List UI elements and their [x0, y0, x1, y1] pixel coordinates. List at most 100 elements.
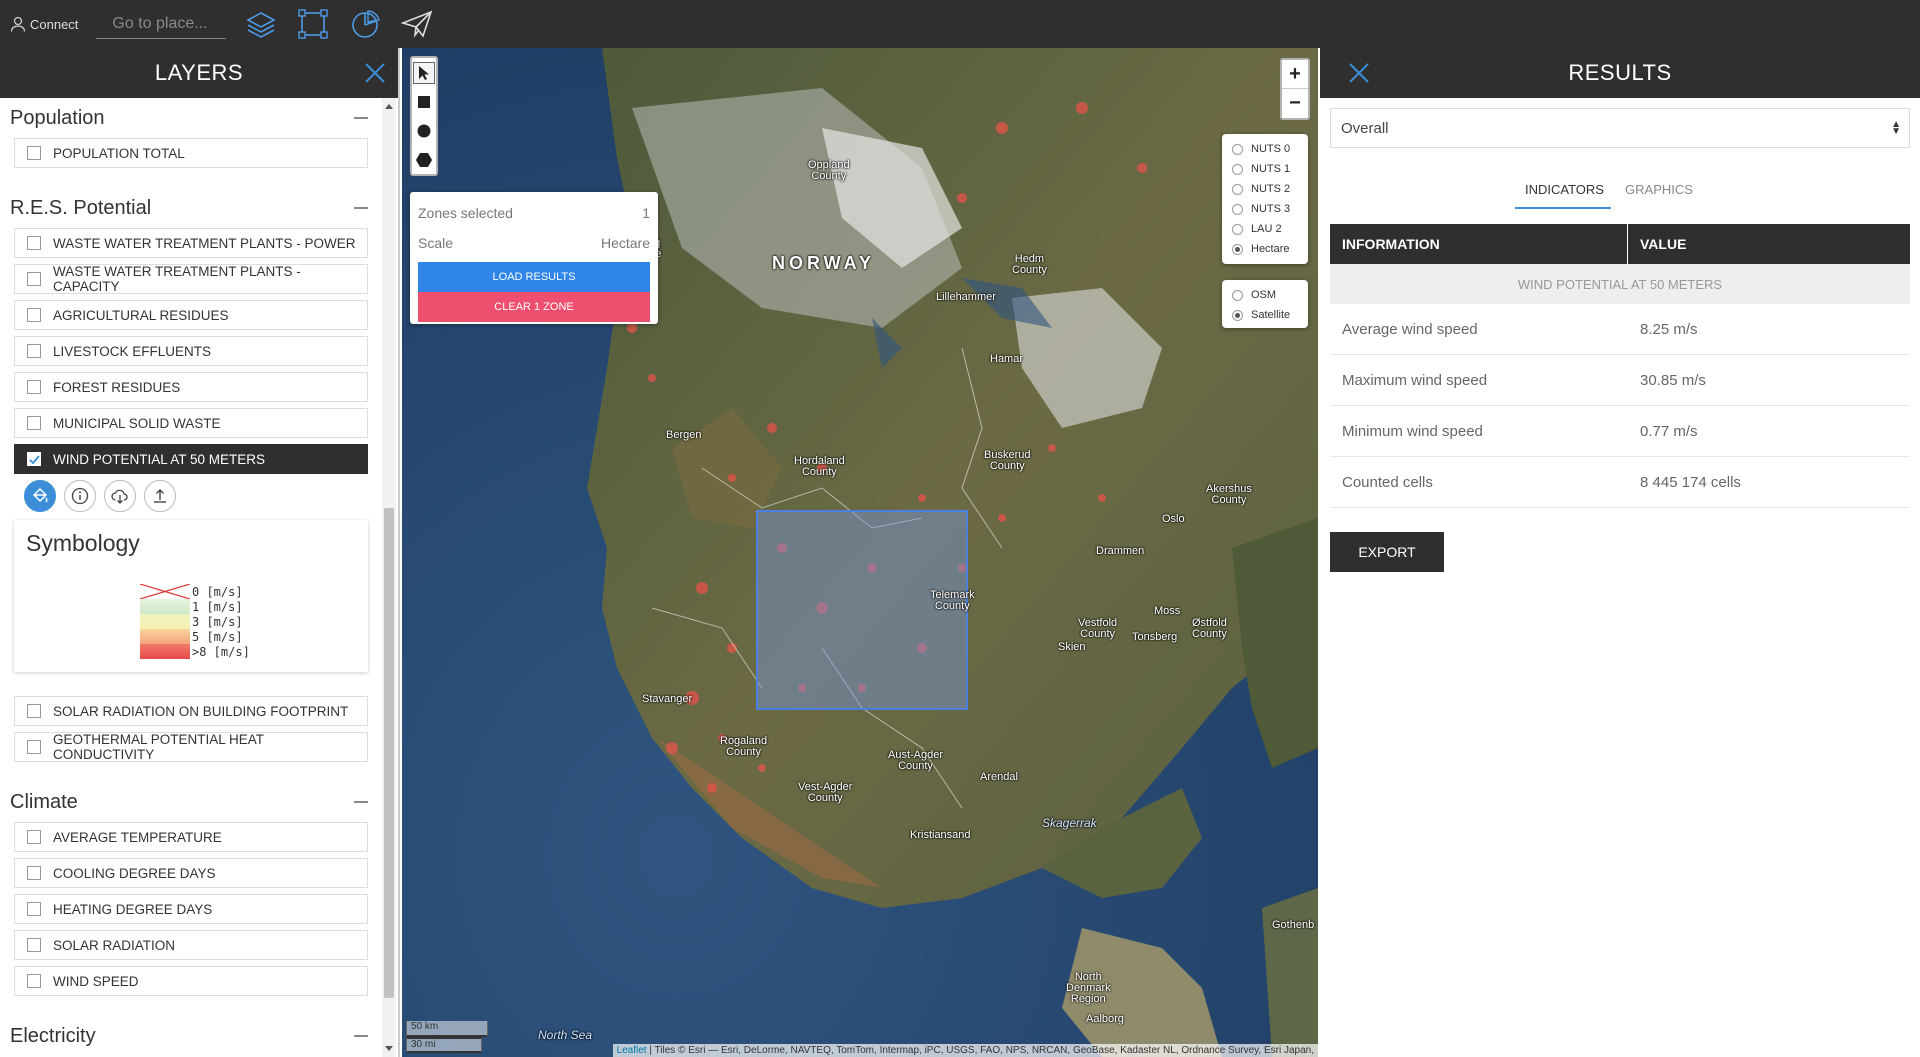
- radio[interactable]: [1232, 163, 1243, 175]
- download-button[interactable]: [104, 480, 136, 512]
- export-button[interactable]: EXPORT: [1330, 532, 1444, 572]
- scale-option[interactable]: NUTS 1: [1232, 159, 1298, 179]
- radio[interactable]: [1232, 183, 1243, 195]
- layer-item[interactable]: GEOTHERMAL POTENTIAL HEAT CONDUCTIVITY: [14, 732, 368, 762]
- layers-toggle[interactable]: [244, 7, 278, 41]
- collapse-icon[interactable]: [354, 801, 368, 803]
- table-row: Average wind speed 8.25 m/s: [1330, 304, 1910, 355]
- scale-option[interactable]: Hectare: [1232, 239, 1298, 259]
- map-view[interactable]: NORWAY Oppland County Sogn og Fjordane C…: [402, 48, 1318, 1057]
- layer-item-active[interactable]: WIND POTENTIAL AT 50 METERS: [14, 444, 368, 474]
- layer-item[interactable]: FOREST RESIDUES: [14, 372, 368, 402]
- checkbox[interactable]: [27, 704, 41, 718]
- group-population[interactable]: Population: [0, 98, 382, 138]
- close-icon[interactable]: [362, 60, 388, 86]
- selection-toggle[interactable]: [296, 7, 330, 41]
- layers-header: LAYERS: [0, 48, 398, 98]
- map-label: Hordaland County: [794, 455, 845, 478]
- scale-option[interactable]: NUTS 3: [1232, 199, 1298, 219]
- layer-label: HEATING DEGREE DAYS: [53, 901, 213, 917]
- checkbox[interactable]: [27, 866, 41, 880]
- checkbox[interactable]: [27, 416, 41, 430]
- layers-scrollbar[interactable]: [382, 98, 396, 1057]
- row-label: Counted cells: [1342, 473, 1433, 491]
- collapse-icon[interactable]: [354, 117, 368, 119]
- results-scope-select[interactable]: Overall ▲ ▼: [1330, 108, 1910, 148]
- rectangle-tool[interactable]: [413, 91, 435, 113]
- layer-item[interactable]: WIND SPEED: [14, 966, 368, 996]
- layer-item[interactable]: WASTE WATER TREATMENT PLANTS - CAPACITY: [14, 264, 368, 294]
- zoom-out-button[interactable]: −: [1282, 89, 1308, 118]
- results-toggle[interactable]: [348, 7, 382, 41]
- checkbox[interactable]: [27, 830, 41, 844]
- circle-tool[interactable]: [413, 120, 435, 142]
- checkbox[interactable]: [27, 308, 41, 322]
- scale-option[interactable]: NUTS 2: [1232, 179, 1298, 199]
- radio[interactable]: [1232, 203, 1243, 215]
- tab-indicators[interactable]: INDICATORS: [1515, 172, 1611, 209]
- scale-km: 50 km: [406, 1021, 488, 1037]
- select-tool[interactable]: [413, 61, 435, 84]
- symbology-button[interactable]: [24, 480, 56, 512]
- group-electricity[interactable]: Electricity: [0, 1016, 382, 1056]
- layer-item[interactable]: AGRICULTURAL RESIDUES: [14, 300, 368, 330]
- layer-item[interactable]: HEATING DEGREE DAYS: [14, 894, 368, 924]
- zones-scale-row: Scale Hectare: [418, 228, 650, 258]
- checkbox[interactable]: [27, 938, 41, 952]
- polygon-tool[interactable]: [413, 149, 435, 171]
- layer-label: GEOTHERMAL POTENTIAL HEAT CONDUCTIVITY: [53, 732, 264, 762]
- scroll-thumb[interactable]: [384, 508, 394, 998]
- upload-button[interactable]: [144, 480, 176, 512]
- checkbox[interactable]: [27, 380, 41, 394]
- close-icon[interactable]: [1346, 60, 1372, 86]
- leaflet-link[interactable]: Leaflet: [617, 1045, 647, 1056]
- search-input[interactable]: [96, 9, 227, 39]
- group-res-potential[interactable]: R.E.S. Potential: [0, 188, 382, 228]
- map-label: Hamar: [990, 353, 1024, 365]
- map-label: Moss: [1154, 605, 1181, 617]
- layer-item[interactable]: SOLAR RADIATION ON BUILDING FOOTPRINT: [14, 696, 368, 726]
- tab-graphics[interactable]: GRAPHICS: [1611, 172, 1707, 209]
- checkbox[interactable]: [27, 740, 41, 754]
- layer-item[interactable]: SOLAR RADIATION: [14, 930, 368, 960]
- zoom-in-button[interactable]: +: [1282, 60, 1308, 89]
- checkbox[interactable]: [27, 146, 41, 160]
- radio[interactable]: [1232, 143, 1243, 155]
- load-results-button[interactable]: LOAD RESULTS: [418, 262, 650, 292]
- layer-item[interactable]: WASTE WATER TREATMENT PLANTS - POWER: [14, 228, 368, 258]
- collapse-icon[interactable]: [354, 1035, 368, 1037]
- row-value: 30.85 m/s: [1640, 371, 1706, 389]
- layer-item[interactable]: POPULATION TOTAL: [14, 138, 368, 168]
- group-climate[interactable]: Climate: [0, 782, 382, 822]
- layer-item[interactable]: COOLING DEGREE DAYS: [14, 858, 368, 888]
- basemap-option-label: OSM: [1251, 289, 1277, 301]
- radio-selected[interactable]: [1232, 309, 1243, 321]
- layer-item[interactable]: LIVESTOCK EFFLUENTS: [14, 336, 368, 366]
- layer-item[interactable]: MUNICIPAL SOLID WASTE: [14, 408, 368, 438]
- scale-option[interactable]: LAU 2: [1232, 219, 1298, 239]
- scale-option[interactable]: NUTS 0: [1232, 139, 1298, 159]
- scroll-up-icon[interactable]: [385, 104, 393, 109]
- layer-item[interactable]: AVERAGE TEMPERATURE: [14, 822, 368, 852]
- radio[interactable]: [1232, 289, 1243, 301]
- connect-button[interactable]: Connect: [10, 16, 78, 32]
- basemap-option[interactable]: Satellite: [1232, 305, 1298, 325]
- user-icon: [10, 16, 26, 32]
- scroll-down-icon[interactable]: [385, 1046, 393, 1051]
- clear-zone-button[interactable]: CLEAR 1 ZONE: [418, 292, 650, 322]
- legend-swatch: [140, 644, 190, 659]
- checkbox[interactable]: [27, 236, 41, 250]
- checkbox-checked[interactable]: [27, 452, 41, 466]
- checkbox[interactable]: [27, 344, 41, 358]
- checkbox[interactable]: [27, 974, 41, 988]
- checkbox[interactable]: [27, 272, 41, 286]
- row-value: 8.25 m/s: [1640, 320, 1698, 338]
- connect-label: Connect: [30, 16, 79, 32]
- collapse-icon[interactable]: [354, 207, 368, 209]
- checkbox[interactable]: [27, 902, 41, 916]
- info-button[interactable]: [64, 480, 96, 512]
- basemap-option[interactable]: OSM: [1232, 285, 1298, 305]
- radio-selected[interactable]: [1232, 243, 1243, 255]
- send-toggle[interactable]: [400, 7, 434, 41]
- radio[interactable]: [1232, 223, 1243, 235]
